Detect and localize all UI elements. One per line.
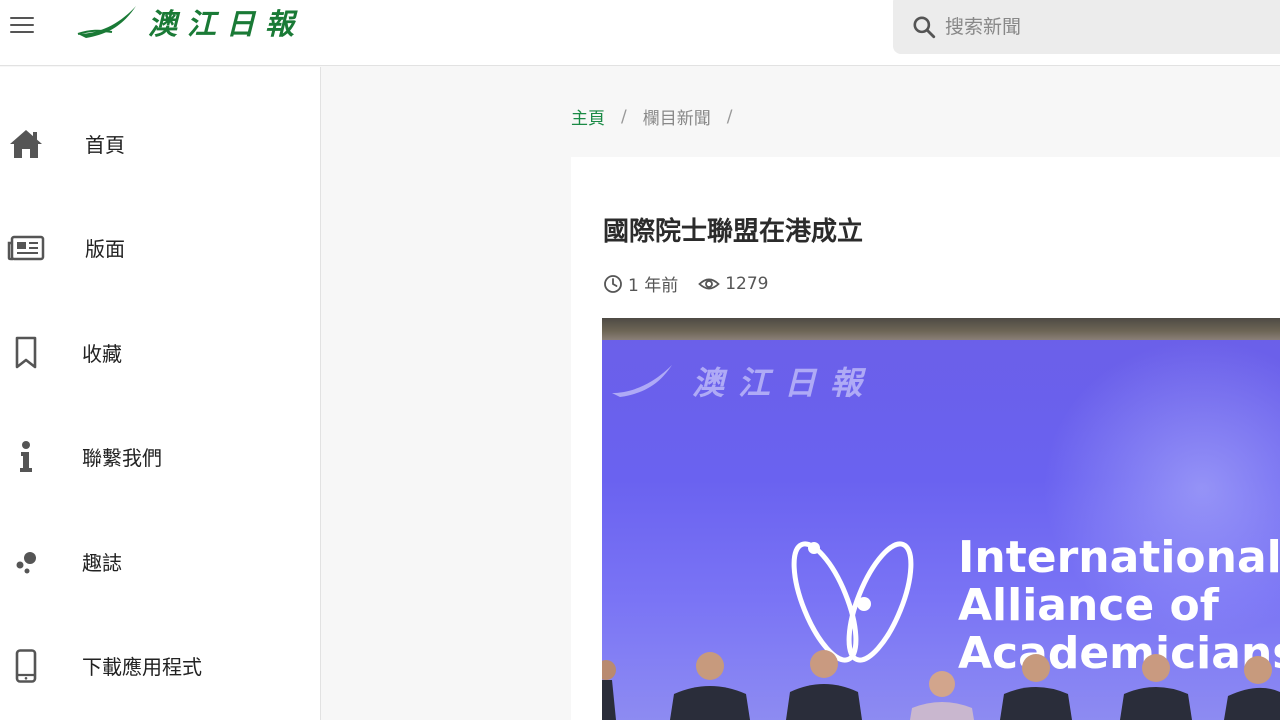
watermark-text: 澳江日報 (692, 364, 877, 402)
publish-time: 1 年前 (603, 271, 678, 296)
info-icon (6, 440, 46, 474)
sidebar-nav: 首頁 版面 收藏 聯繫我們 趣誌 下載應用程式 (0, 67, 321, 720)
bubbles-icon (6, 545, 46, 579)
people-silhouettes (602, 650, 1280, 720)
logo-text: 澳江日報 (148, 7, 305, 41)
sidebar-item-label: 首頁 (85, 132, 125, 157)
hamburger-menu-icon[interactable] (10, 12, 38, 38)
watermark-logo-icon (612, 365, 672, 397)
eye-icon (698, 278, 721, 289)
image-ceiling (602, 318, 1280, 340)
home-icon (6, 127, 46, 161)
sidebar-item-contact[interactable]: 聯繫我們 (0, 426, 320, 486)
view-count: 1279 (698, 273, 769, 294)
search-bar[interactable] (893, 0, 1280, 54)
article-hero-image[interactable]: 澳江日報 International Alliance of Academici… (602, 318, 1280, 720)
clock-icon (604, 274, 622, 293)
bookmark-icon (6, 336, 46, 370)
breadcrumb-home-link[interactable]: 主頁 (571, 104, 605, 129)
site-logo[interactable]: 澳江日報 (76, 2, 316, 42)
sidebar-item-home[interactable]: 首頁 (0, 113, 320, 173)
newspaper-icon (6, 231, 46, 265)
publish-time-text: 1 年前 (628, 276, 679, 296)
sidebar-item-bookmarks[interactable]: 收藏 (0, 322, 320, 382)
mobile-icon (6, 649, 46, 683)
view-count-text: 1279 (725, 273, 769, 294)
menu-line (10, 31, 34, 33)
top-header: 澳江日報 (0, 0, 1280, 66)
sidebar-item-label: 趣誌 (82, 550, 122, 575)
breadcrumb: 主頁 / 欄目新聞 / (571, 104, 748, 130)
sidebar-item-label: 聯繫我們 (82, 445, 162, 470)
sidebar-item-download-app[interactable]: 下載應用程式 (0, 635, 320, 695)
search-icon (913, 16, 936, 39)
sidebar-item-fun[interactable]: 趣誌 (0, 531, 320, 591)
image-watermark: 澳江日報 (610, 358, 876, 404)
sidebar-item-label: 版面 (85, 236, 125, 261)
sidebar-item-layout[interactable]: 版面 (0, 217, 320, 277)
breadcrumb-section-link[interactable]: 欄目新聞 (643, 104, 711, 129)
search-input[interactable] (945, 16, 1245, 38)
article-title: 國際院士聯盟在港成立 (603, 217, 864, 247)
menu-line (10, 24, 34, 26)
menu-line (10, 17, 34, 19)
logo-swoosh-icon (77, 6, 136, 38)
sidebar-item-label: 下載應用程式 (82, 654, 202, 679)
breadcrumb-separator: / (726, 106, 733, 127)
sidebar-item-label: 收藏 (82, 341, 122, 366)
article-card: 國際院士聯盟在港成立 1 年前 1279 澳江日報 International … (571, 157, 1280, 720)
breadcrumb-separator: / (621, 106, 627, 127)
article-meta: 1 年前 1279 (603, 271, 769, 296)
